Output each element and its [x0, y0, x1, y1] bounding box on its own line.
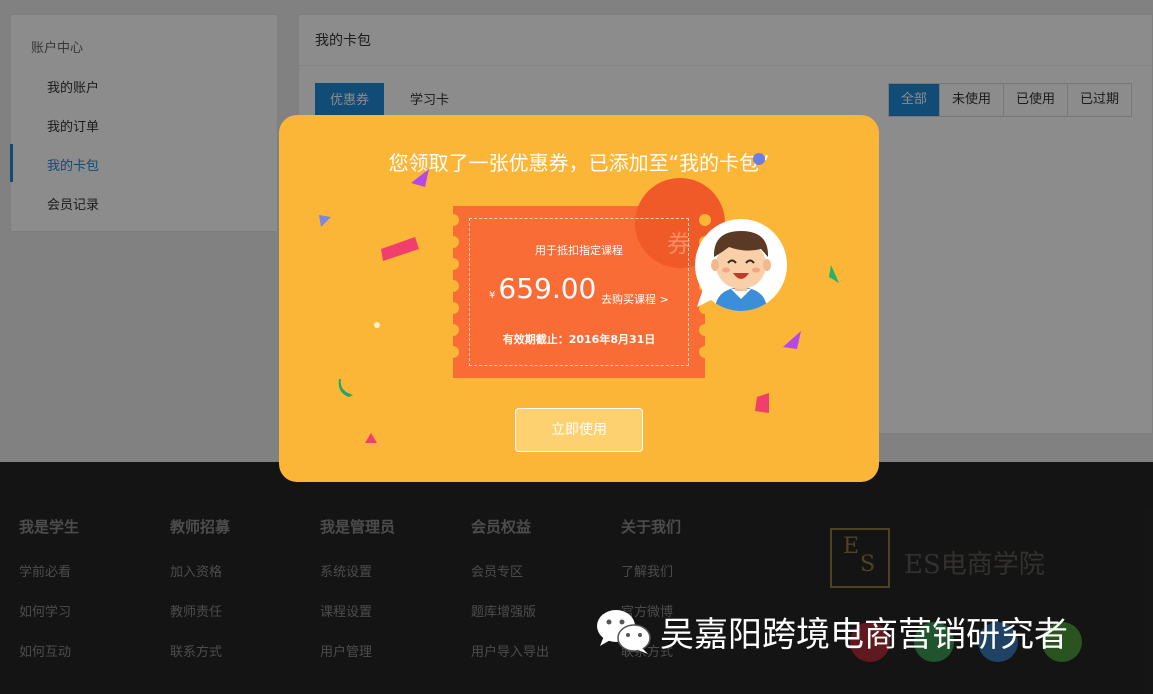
coupon-amount: ¥ 659.00 [489, 272, 596, 305]
coupon-edge-notch [447, 302, 459, 314]
wechat-icon [597, 610, 651, 654]
confetti-piece [319, 215, 331, 227]
coupon-edge-notch [447, 280, 459, 292]
confetti-piece [374, 322, 380, 328]
confetti-piece [381, 237, 419, 261]
coupon-received-modal: 您领取了一张优惠券，已添加至“我的卡包” 券 用于抵扣指定课程 ¥ 659.00… [279, 115, 879, 482]
coupon-card: 券 用于抵扣指定课程 ¥ 659.00 去购买课程 > 有效期截止：2016年8… [447, 178, 725, 378]
coupon-edge-notch [699, 346, 711, 358]
coupon-expiry: 有效期截止：2016年8月31日 [502, 333, 656, 346]
confetti-piece [365, 433, 377, 443]
coupon-edge-notch [447, 258, 459, 270]
confetti-piece [338, 379, 353, 397]
confetti-piece [753, 153, 765, 165]
coupon-edge-notch [699, 214, 711, 226]
confetti-piece [829, 265, 839, 283]
confetti-piece [411, 169, 429, 187]
coupon-description: 用于抵扣指定课程 [535, 244, 623, 257]
watermark-text: 吴嘉阳跨境电商营销研究者 [660, 614, 1068, 655]
buy-course-link[interactable]: 去购买课程 > [601, 291, 669, 307]
coupon-edge-notch [447, 346, 459, 358]
avatar [695, 219, 787, 311]
use-now-button[interactable]: 立即使用 [515, 408, 643, 452]
wechat-watermark: 吴嘉阳跨境电商营销研究者 [594, 606, 1068, 656]
confetti-piece [755, 393, 769, 413]
confetti-piece [783, 331, 801, 349]
coupon-edge-notch [447, 214, 459, 226]
boy-face-icon [711, 231, 771, 311]
currency-symbol: ¥ [489, 290, 496, 301]
modal-title: 您领取了一张优惠券，已添加至“我的卡包” [388, 151, 770, 175]
coupon-value: 659.00 [498, 272, 597, 305]
